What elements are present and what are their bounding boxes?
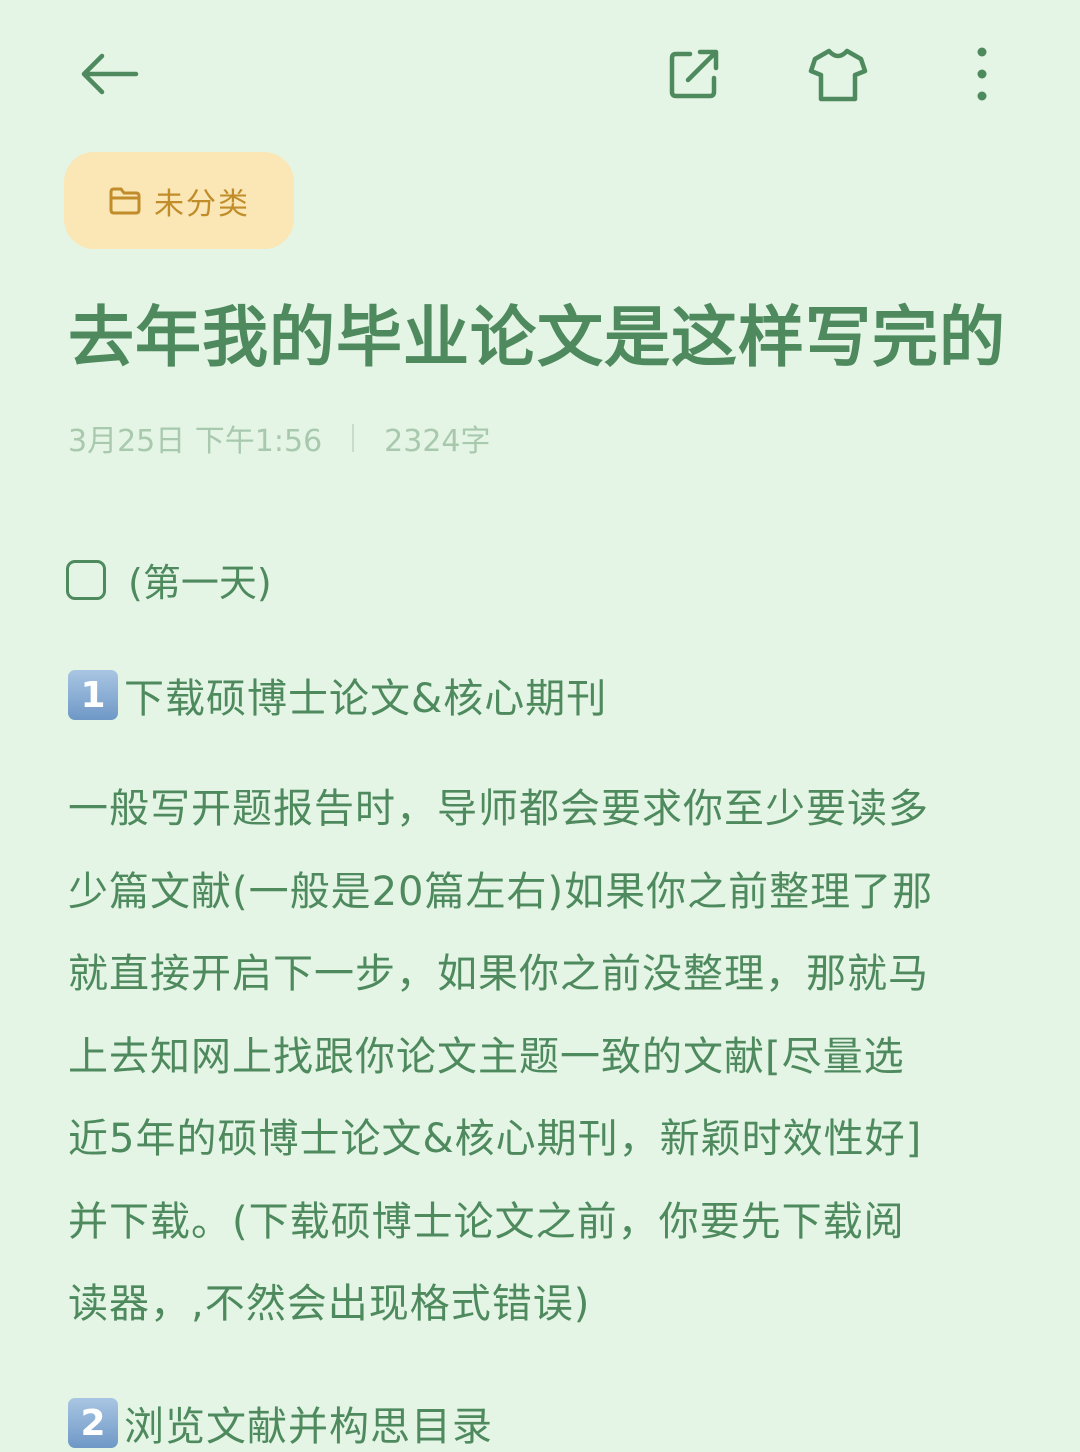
paragraph-line: 少篇文献(一般是20篇左右)如果你之前整理了那 <box>68 868 934 915</box>
keycap-number-icon: 1 <box>68 670 118 720</box>
section-title: 浏览文献并构思目录 <box>124 1404 493 1450</box>
paragraph-line: 并下载。(下载硕博士论文之前，你要先下载阅 <box>68 1198 905 1245</box>
paragraph-line: 就直接开启下一步，如果你之前没整理，那就马 <box>68 951 929 997</box>
category-label: 未分类 <box>154 186 250 222</box>
paragraph-line: 上去知网上找跟你论文主题一致的文献[尽量选 <box>68 1033 905 1080</box>
back-button[interactable] <box>76 42 140 106</box>
section-heading[interactable]: 2 浏览文献并构思目录 <box>68 1394 493 1452</box>
tshirt-icon <box>808 48 868 102</box>
share-button[interactable] <box>662 42 726 106</box>
top-toolbar <box>0 0 1080 150</box>
keycap-number-icon: 2 <box>68 1398 118 1448</box>
checklist-checkbox[interactable] <box>66 559 106 600</box>
body-paragraph[interactable]: 一般写开题报告时，导师都会要求你至少要读多 少篇文献(一般是20篇左右)如果你之… <box>68 768 1018 1346</box>
meta-divider <box>352 424 355 452</box>
note-date: 3月25日 下午1:56 <box>68 424 323 459</box>
section-heading[interactable]: 1 下载硕博士论文&核心期刊 <box>68 666 607 724</box>
checklist-item-text[interactable]: (第一天) <box>128 552 272 607</box>
checklist-item: (第一天) <box>66 552 272 607</box>
more-options-button[interactable] <box>950 42 1014 106</box>
more-vertical-icon <box>977 47 987 101</box>
note-meta: 3月25日 下午1:56 2324字 <box>68 416 491 460</box>
word-count: 2324字 <box>384 424 491 459</box>
arrow-left-icon <box>81 53 139 95</box>
paragraph-line: 一般写开题报告时，导师都会要求你至少要读多 <box>68 786 929 832</box>
category-chip[interactable]: 未分类 <box>64 152 294 249</box>
paragraph-line: 读器，,不然会出现格式错误) <box>68 1281 591 1327</box>
folder-icon <box>108 186 142 216</box>
section-title: 下载硕博士论文&核心期刊 <box>124 676 608 722</box>
share-external-icon <box>669 49 719 99</box>
note-title[interactable]: 去年我的毕业论文是这样写完的 <box>68 296 1028 380</box>
theme-button[interactable] <box>806 42 870 106</box>
paragraph-line: 近5年的硕博士论文&核心期刊，新颖时效性好] <box>68 1116 923 1162</box>
